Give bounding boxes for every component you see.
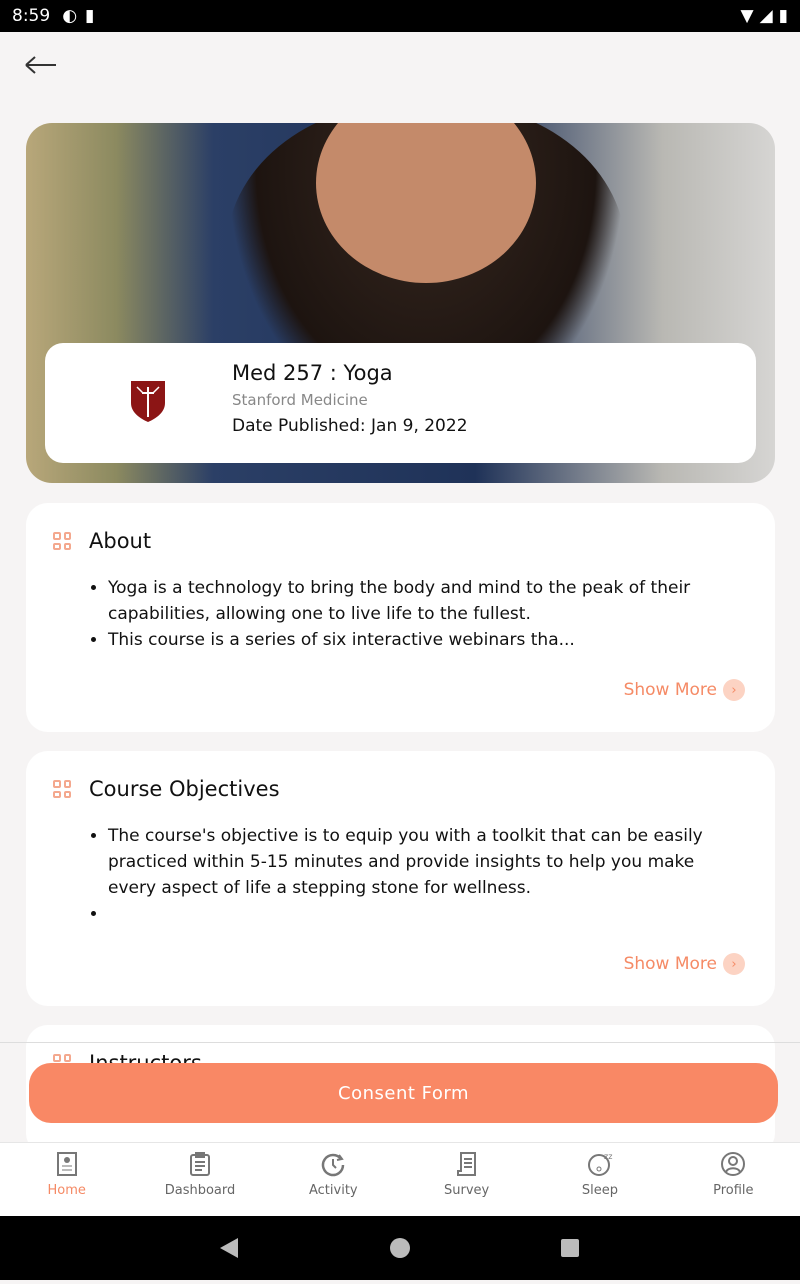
course-info-card: Med 257 : Yoga Stanford Medicine Date Pu… [45, 343, 756, 463]
nav-label: Home [47, 1183, 86, 1198]
nav-home[interactable]: Home [0, 1143, 133, 1216]
system-home-button[interactable] [390, 1238, 410, 1258]
nav-sleep[interactable]: zz Sleep [533, 1143, 666, 1216]
about-bullet: Yoga is a technology to bring the body a… [108, 575, 725, 627]
nav-label: Dashboard [164, 1183, 236, 1198]
sd-card-icon: ▮ [85, 6, 95, 26]
about-show-more-button[interactable]: Show More › [624, 679, 745, 701]
nav-label: Profile [713, 1183, 754, 1198]
objectives-show-more-button[interactable]: Show More › [624, 953, 745, 975]
system-recents-button[interactable] [561, 1239, 579, 1257]
signal-icon: ◢ [759, 6, 773, 26]
scroll-icon [456, 1152, 476, 1176]
about-card: About Yoga is a technology to bring the … [26, 503, 775, 732]
svg-text:zz: zz [604, 1152, 612, 1161]
bottom-navigation: Home Dashboard Activity Survey zz Sleep P… [0, 1142, 800, 1216]
chevron-right-icon: › [723, 953, 745, 975]
objectives-heading: Course Objectives [89, 777, 280, 801]
system-back-button[interactable] [220, 1238, 238, 1258]
nav-label: Sleep [581, 1183, 619, 1198]
clock-refresh-icon [322, 1153, 345, 1177]
show-more-label: Show More [623, 680, 717, 700]
nav-label: Survey [444, 1183, 490, 1198]
chevron-right-icon: › [723, 679, 745, 701]
objectives-bullet: The course's objective is to equip you w… [108, 823, 725, 901]
grid-icon [53, 780, 71, 798]
wifi-icon: ▼ [740, 6, 754, 26]
status-time: 8:59 [12, 6, 51, 26]
divider [0, 1042, 800, 1043]
back-button[interactable] [22, 50, 62, 80]
arrow-left-icon [25, 56, 56, 74]
show-more-label: Show More [623, 954, 717, 974]
nav-label: Activity [309, 1183, 358, 1198]
stanford-logo [131, 381, 165, 422]
system-navigation-bar [0, 1216, 800, 1280]
consent-form-button[interactable]: Consent Form [29, 1063, 778, 1123]
book-gear-icon [56, 1152, 77, 1176]
course-institution: Stanford Medicine [232, 391, 368, 409]
notification-icon: ◐ [62, 6, 78, 26]
nav-survey[interactable]: Survey [400, 1143, 533, 1216]
sleep-face-icon: zz [587, 1152, 612, 1176]
course-date-published: Date Published: Jan 9, 2022 [232, 416, 468, 436]
about-bullet: This course is a series of six interacti… [108, 627, 725, 653]
nav-activity[interactable]: Activity [267, 1143, 400, 1216]
nav-profile[interactable]: Profile [667, 1143, 800, 1216]
about-heading: About [89, 529, 152, 553]
clipboard-icon [189, 1152, 210, 1176]
status-bar: 8:59 ◐ ▮ ▼ ◢ ▮ [0, 0, 800, 32]
grid-icon [53, 532, 71, 550]
objectives-bullet [108, 901, 725, 927]
battery-icon: ▮ [778, 6, 788, 26]
user-circle-icon [721, 1152, 746, 1176]
objectives-card: Course Objectives The course's objective… [26, 751, 775, 1006]
course-title: Med 257 : Yoga [232, 361, 393, 385]
nav-dashboard[interactable]: Dashboard [133, 1143, 266, 1216]
